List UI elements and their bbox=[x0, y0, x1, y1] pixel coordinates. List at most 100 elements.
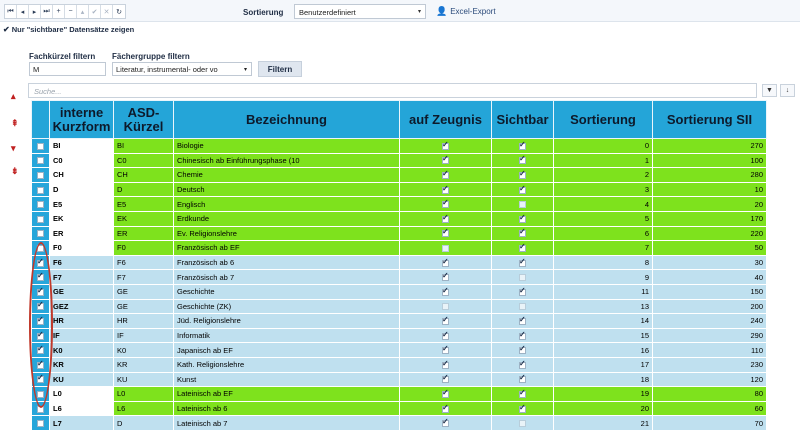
delete-icon[interactable]: − bbox=[65, 5, 77, 18]
cell-bezeichnung[interactable]: Lateinisch ab 6 bbox=[173, 400, 400, 417]
cell-sortierung-sii[interactable]: 50 bbox=[652, 240, 767, 256]
cell-bezeichnung[interactable]: Chinesisch ab Einführungsphase (10 bbox=[173, 152, 400, 169]
cell-zeugnis[interactable] bbox=[399, 269, 492, 285]
row-select-checkbox[interactable] bbox=[31, 342, 50, 358]
cell-sortierung[interactable]: 2 bbox=[553, 167, 653, 183]
checkbox-icon[interactable] bbox=[37, 359, 44, 369]
checkbox-icon[interactable] bbox=[442, 244, 449, 252]
cell-zeugnis[interactable] bbox=[399, 415, 492, 431]
table-row[interactable]: L7DLateinisch ab 7 2170 bbox=[31, 415, 767, 431]
cell-sichtbar[interactable] bbox=[491, 181, 554, 198]
sort-select[interactable]: Benutzerdefiniert ▾ bbox=[294, 4, 426, 19]
cell-zeugnis[interactable] bbox=[399, 167, 492, 183]
cell-sortierung[interactable]: 4 bbox=[553, 196, 653, 212]
cell-asd[interactable]: C0 bbox=[113, 152, 174, 169]
cell-sortierung-sii[interactable]: 200 bbox=[652, 298, 767, 315]
cell-asd[interactable]: F6 bbox=[113, 254, 174, 271]
prev-icon[interactable]: ◂ bbox=[17, 5, 29, 18]
row-select-checkbox[interactable] bbox=[31, 400, 50, 417]
cell-asd[interactable]: L6 bbox=[113, 400, 174, 417]
cell-bezeichnung[interactable]: Deutsch bbox=[173, 181, 400, 198]
row-select-checkbox[interactable] bbox=[31, 327, 50, 344]
cell-sortierung[interactable]: 7 bbox=[553, 240, 653, 256]
checkbox-icon[interactable] bbox=[37, 405, 44, 413]
filter-icon[interactable]: ▼ bbox=[762, 84, 777, 97]
table-row[interactable]: CHCHChemie2280 bbox=[31, 167, 767, 183]
row-select-checkbox[interactable] bbox=[31, 356, 50, 373]
checkbox-icon[interactable] bbox=[37, 420, 44, 428]
cell-zeugnis[interactable] bbox=[399, 356, 492, 373]
checkbox-icon[interactable] bbox=[519, 359, 526, 369]
cell-sortierung[interactable]: 21 bbox=[553, 415, 653, 431]
cell-sichtbar[interactable] bbox=[491, 371, 554, 388]
cell-sichtbar[interactable] bbox=[491, 152, 554, 169]
cell-sortierung[interactable]: 14 bbox=[553, 313, 653, 329]
cell-intern[interactable]: D bbox=[49, 181, 114, 198]
cell-intern[interactable]: E5 bbox=[49, 196, 114, 212]
cell-sichtbar[interactable] bbox=[491, 298, 554, 315]
sort-down-icon[interactable]: ↓ bbox=[780, 84, 795, 97]
row-select-checkbox[interactable] bbox=[31, 283, 50, 300]
checkbox-icon[interactable] bbox=[519, 213, 526, 223]
cell-sichtbar[interactable] bbox=[491, 240, 554, 256]
checkbox-icon[interactable] bbox=[442, 257, 449, 267]
cell-intern[interactable]: EK bbox=[49, 210, 114, 227]
checkbox-icon[interactable] bbox=[519, 286, 526, 296]
cell-bezeichnung[interactable]: Geschichte bbox=[173, 283, 400, 300]
checkbox-icon[interactable] bbox=[37, 142, 44, 150]
cell-zeugnis[interactable] bbox=[399, 225, 492, 242]
checkbox-icon[interactable] bbox=[37, 300, 44, 311]
cell-sortierung[interactable]: 19 bbox=[553, 386, 653, 402]
table-row[interactable]: BIBIBiologie0270 bbox=[31, 138, 767, 154]
cell-intern[interactable]: F0 bbox=[49, 240, 114, 256]
cell-sichtbar[interactable] bbox=[491, 283, 554, 300]
header-asd[interactable]: ASD-Kürzel bbox=[113, 100, 174, 139]
cell-asd[interactable]: D bbox=[113, 415, 174, 431]
cell-zeugnis[interactable] bbox=[399, 254, 492, 271]
cell-sortierung-sii[interactable]: 240 bbox=[652, 313, 767, 329]
row-select-checkbox[interactable] bbox=[31, 269, 50, 285]
row-select-checkbox[interactable] bbox=[31, 167, 50, 183]
cell-zeugnis[interactable] bbox=[399, 386, 492, 402]
move-top-icon[interactable]: ⇞ bbox=[11, 118, 19, 129]
cell-asd[interactable]: GE bbox=[113, 283, 174, 300]
cell-sortierung-sii[interactable]: 70 bbox=[652, 415, 767, 431]
checkbox-icon[interactable] bbox=[442, 330, 449, 340]
table-row[interactable]: EREREv. Religionslehre6220 bbox=[31, 225, 767, 242]
cell-bezeichnung[interactable]: Biologie bbox=[173, 138, 400, 154]
checkbox-icon[interactable] bbox=[442, 184, 449, 194]
table-row[interactable]: K0K0Japanisch ab EF16110 bbox=[31, 342, 767, 358]
cell-asd[interactable]: BI bbox=[113, 138, 174, 154]
cell-sichtbar[interactable] bbox=[491, 196, 554, 212]
cell-sortierung[interactable]: 11 bbox=[553, 283, 653, 300]
cell-sortierung-sii[interactable]: 290 bbox=[652, 327, 767, 344]
cell-asd[interactable]: F0 bbox=[113, 240, 174, 256]
select-all-header[interactable] bbox=[31, 100, 50, 139]
cell-asd[interactable]: KU bbox=[113, 371, 174, 388]
cell-intern[interactable]: L0 bbox=[49, 386, 114, 402]
cell-zeugnis[interactable] bbox=[399, 371, 492, 388]
header-intern[interactable]: interne Kurzform bbox=[49, 100, 114, 139]
cell-intern[interactable]: KU bbox=[49, 371, 114, 388]
cell-zeugnis[interactable] bbox=[399, 181, 492, 198]
checkbox-icon[interactable] bbox=[37, 315, 44, 325]
cell-intern[interactable]: CH bbox=[49, 167, 114, 183]
cell-sortierung-sii[interactable]: 150 bbox=[652, 283, 767, 300]
table-row[interactable]: GEZGEGeschichte (ZK) 13200 bbox=[31, 298, 767, 315]
checkbox-icon[interactable] bbox=[37, 244, 44, 252]
cell-asd[interactable]: F7 bbox=[113, 269, 174, 285]
cell-bezeichnung[interactable]: Japanisch ab EF bbox=[173, 342, 400, 358]
checkbox-icon[interactable] bbox=[519, 140, 526, 150]
cell-intern[interactable]: IF bbox=[49, 327, 114, 344]
checkbox-icon[interactable] bbox=[442, 286, 449, 296]
checkbox-icon[interactable] bbox=[519, 420, 526, 428]
cell-sortierung[interactable]: 6 bbox=[553, 225, 653, 242]
cell-zeugnis[interactable] bbox=[399, 342, 492, 358]
checkbox-icon[interactable] bbox=[37, 172, 44, 179]
header-sichtbar[interactable]: Sichtbar bbox=[491, 100, 554, 139]
cell-sortierung-sii[interactable]: 20 bbox=[652, 196, 767, 212]
row-select-checkbox[interactable] bbox=[31, 181, 50, 198]
cell-sortierung[interactable]: 1 bbox=[553, 152, 653, 169]
cell-sichtbar[interactable] bbox=[491, 386, 554, 402]
cell-sichtbar[interactable] bbox=[491, 415, 554, 431]
